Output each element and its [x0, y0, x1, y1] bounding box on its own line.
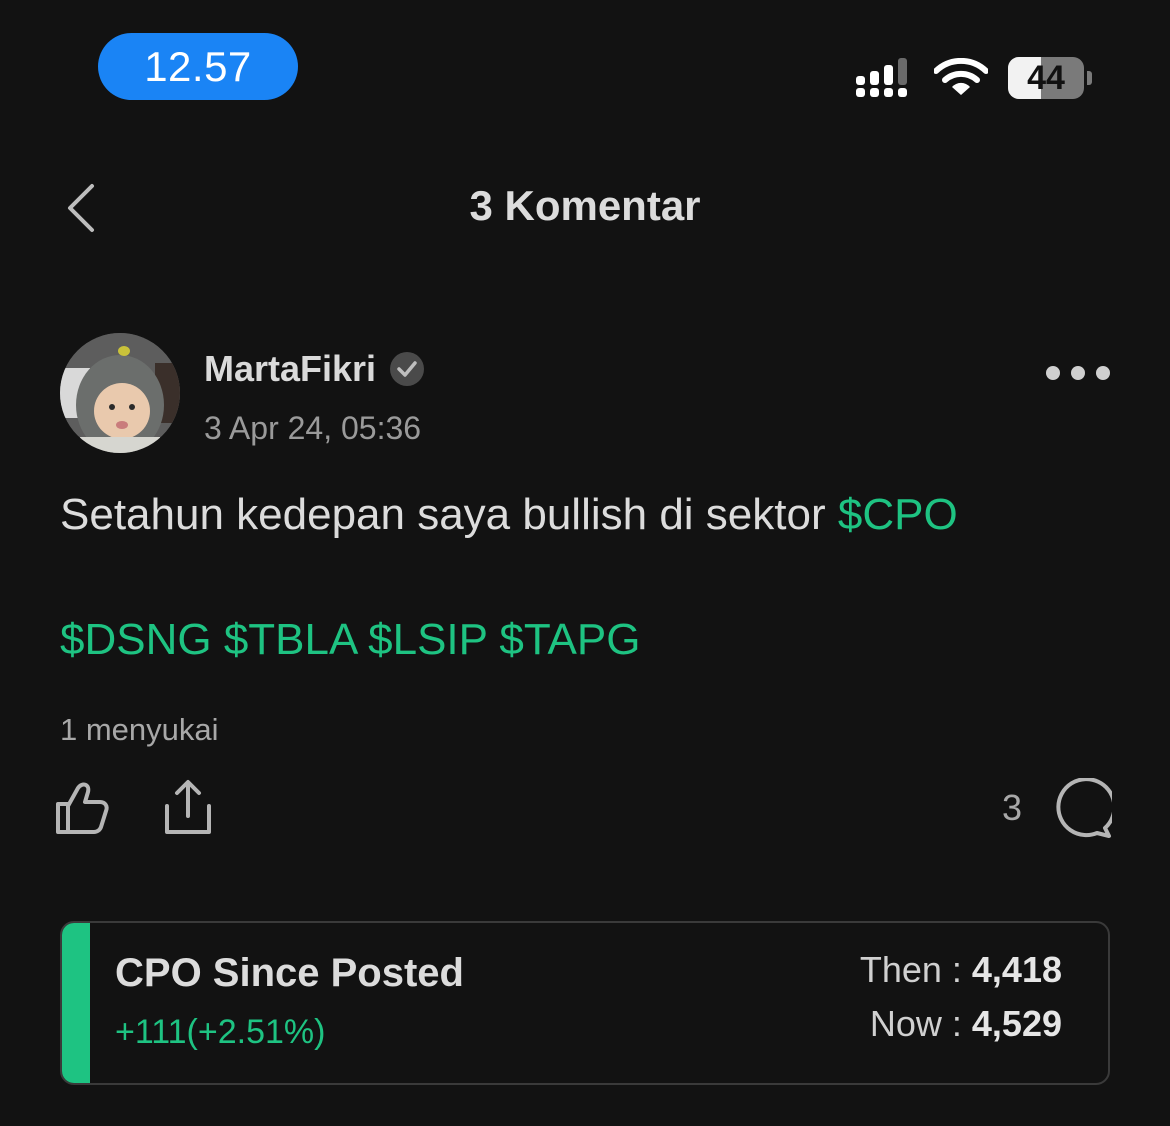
card-accent-bar	[62, 923, 90, 1083]
username[interactable]: MartaFikri	[204, 348, 376, 390]
battery-indicator: 44	[1008, 57, 1092, 99]
like-count[interactable]: 1 menyukai	[60, 712, 219, 748]
more-options-icon[interactable]	[1040, 360, 1116, 386]
cellular-signal-icon	[856, 58, 907, 97]
ticker-tags[interactable]: $DSNG $TBLA $LSIP $TAPG	[60, 615, 640, 665]
battery-level: 44	[1027, 58, 1065, 97]
then-price: 4,418	[971, 949, 1062, 990]
now-price-row: Now : 4,529	[870, 1003, 1062, 1045]
post-text: Setahun kedepan saya bullish di sektor $…	[60, 490, 958, 540]
post-author[interactable]: MartaFikri	[204, 348, 426, 390]
card-title: CPO Since Posted	[115, 951, 464, 995]
page-title: 3 Komentar	[469, 182, 701, 229]
avatar[interactable]	[60, 333, 180, 453]
then-label: Then :	[859, 949, 972, 990]
now-price: 4,529	[971, 1003, 1062, 1044]
post-text-content: Setahun kedepan saya bullish di sektor	[60, 490, 838, 539]
post-timestamp: 3 Apr 24, 05:36	[204, 410, 422, 446]
price-change: +111(+2.51%)	[115, 1013, 326, 1051]
ticker-performance-card[interactable]: CPO Since Posted +111(+2.51%) Then : 4,4…	[60, 921, 1110, 1085]
wifi-icon	[934, 58, 988, 95]
comment-count: 3	[1002, 787, 1023, 828]
comment-icon[interactable]	[1048, 778, 1112, 840]
status-time: 12.57	[98, 33, 298, 100]
ticker-tag-cpo[interactable]: $CPO	[838, 490, 958, 539]
share-icon[interactable]	[162, 778, 214, 836]
then-price-row: Then : 4,418	[860, 949, 1062, 991]
now-label: Now :	[869, 1003, 972, 1044]
thumbs-up-icon[interactable]	[54, 780, 110, 836]
verified-badge-icon	[390, 352, 425, 386]
back-chevron-icon[interactable]	[58, 178, 108, 238]
